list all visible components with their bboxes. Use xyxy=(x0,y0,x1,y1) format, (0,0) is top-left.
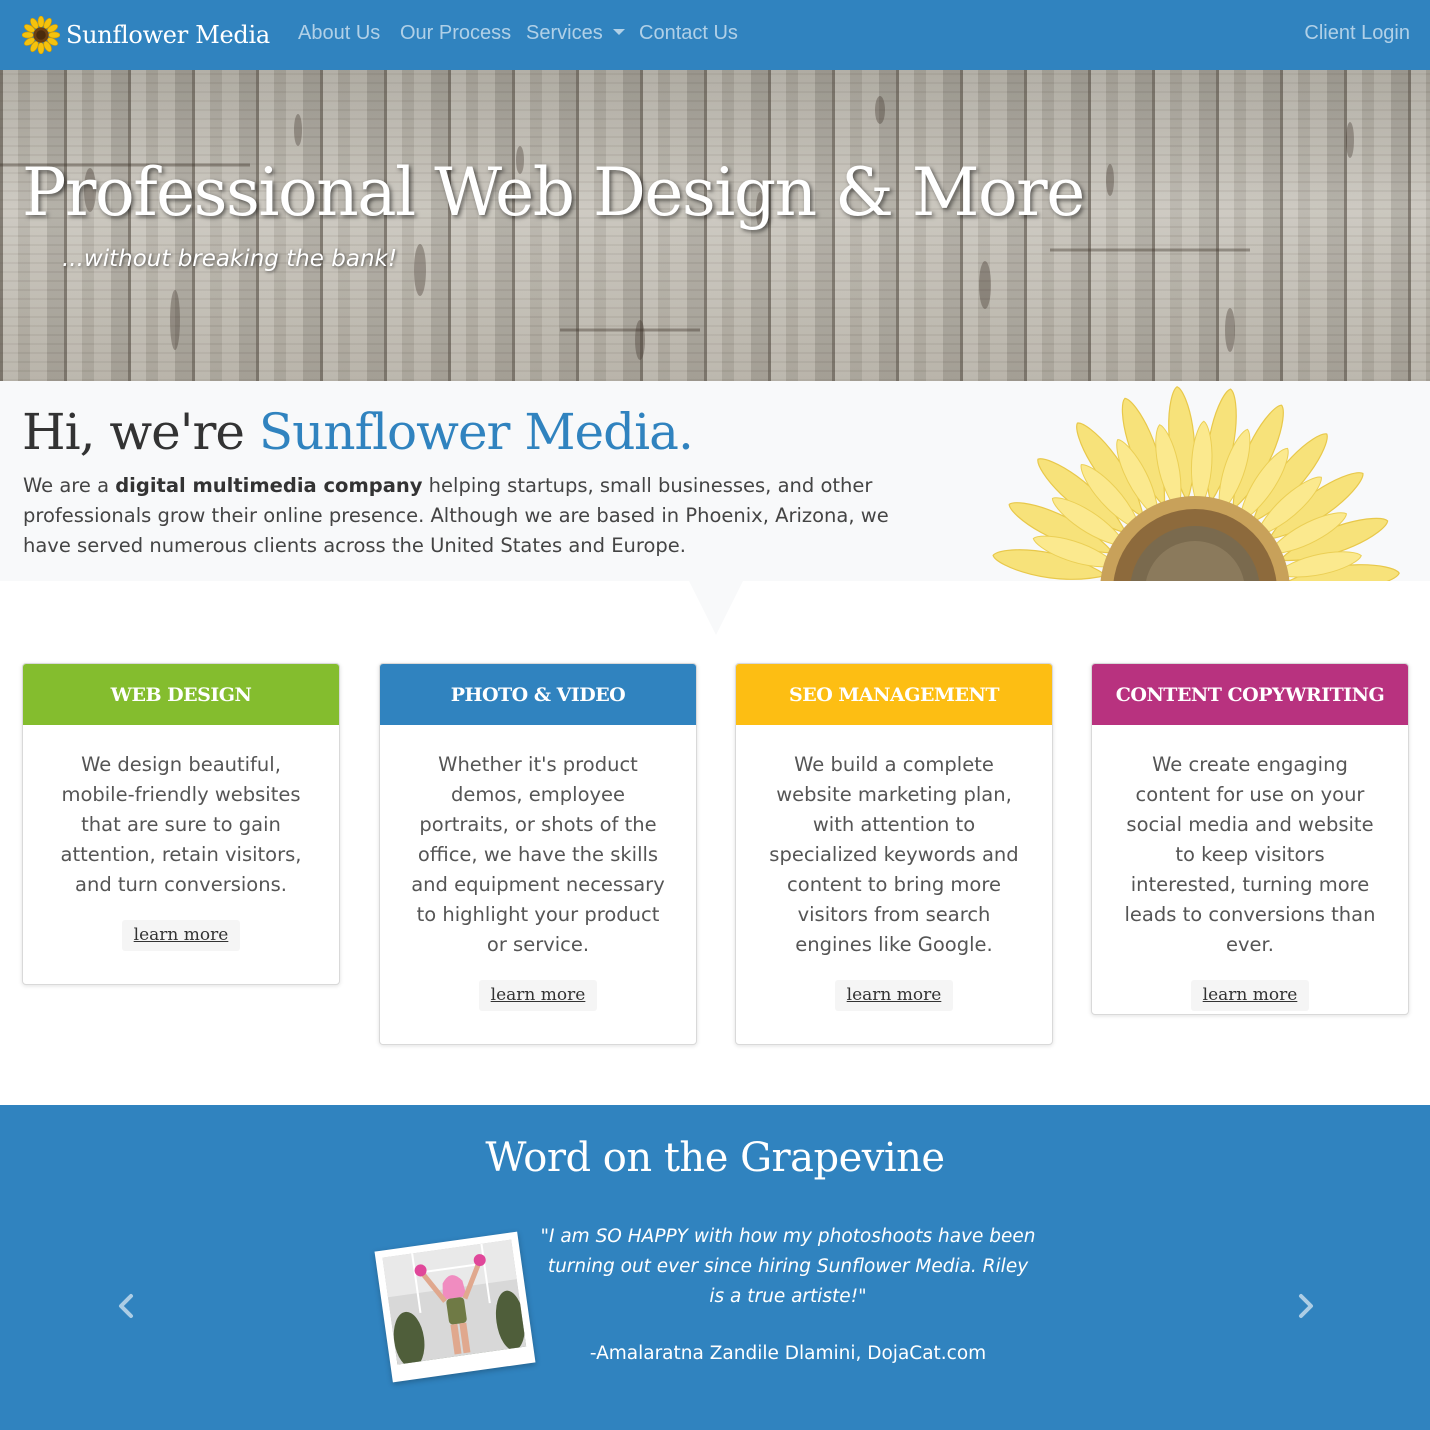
navbar: Sunflower Media About Us Our Process Ser… xyxy=(0,0,1430,70)
caret-down-icon xyxy=(612,29,625,35)
testimonial-heading: Word on the Grapevine xyxy=(485,1135,945,1181)
client-photo xyxy=(382,1239,527,1368)
card-body: We create engaging content for use on yo… xyxy=(1092,725,1408,1014)
card-body: We design beautiful, mobile-friendly web… xyxy=(23,725,339,976)
service-card-web-design: WEB DESIGN We design beautiful, mobile-f… xyxy=(22,663,340,985)
chevron-left-icon[interactable] xyxy=(112,1291,142,1321)
brand-link[interactable]: Sunflower Media xyxy=(22,14,270,56)
sunflower-logo-icon xyxy=(22,16,60,54)
learn-more-button[interactable]: learn more xyxy=(478,980,598,1011)
card-text: We design beautiful, mobile-friendly web… xyxy=(60,753,302,896)
card-title: SEO MANAGEMENT xyxy=(736,664,1052,725)
card-text: We build a complete website marketing pl… xyxy=(769,753,1019,956)
intro-text: We are a digital multimedia company help… xyxy=(23,471,923,561)
intro-section: Hi, we're Sunflower Media. We are a digi… xyxy=(0,381,1430,581)
hero-banner: Professional Web Design & More ...withou… xyxy=(0,70,1430,381)
intro-text-bold: digital multimedia company xyxy=(115,474,423,497)
card-title: PHOTO & VIDEO xyxy=(380,664,696,725)
service-card-photo-video: PHOTO & VIDEO Whether it's product demos… xyxy=(379,663,697,1045)
client-login-link[interactable]: Client Login xyxy=(1304,22,1410,45)
nav-our-process[interactable]: Our Process xyxy=(400,22,511,45)
brand-name: Sunflower Media xyxy=(66,21,270,49)
intro-heading-accent: Sunflower Media. xyxy=(258,403,694,461)
learn-more-button[interactable]: learn more xyxy=(1190,980,1310,1011)
intro-text-before: We are a xyxy=(23,474,116,497)
nav-contact-us[interactable]: Contact Us xyxy=(639,22,738,45)
service-card-seo-management: SEO MANAGEMENT We build a complete websi… xyxy=(735,663,1053,1045)
chevron-right-icon[interactable] xyxy=(1290,1291,1320,1321)
testimonial-author: -Amalaratna Zandile Dlamini, DojaCat.com xyxy=(589,1343,987,1364)
card-text: We create engaging content for use on yo… xyxy=(1124,753,1376,956)
hero-subtitle: ...without breaking the bank! xyxy=(62,246,398,272)
nav-about-us[interactable]: About Us xyxy=(298,22,380,45)
intro-pointer xyxy=(689,581,743,635)
service-card-content-copywriting: CONTENT COPYWRITING We create engaging c… xyxy=(1091,663,1409,1015)
sunflower-illustration xyxy=(992,386,1400,581)
card-title: WEB DESIGN xyxy=(23,664,339,725)
card-text: Whether it's product demos, employee por… xyxy=(411,753,665,956)
nav-services-label: Services xyxy=(526,22,603,44)
intro-heading: Hi, we're Sunflower Media. xyxy=(22,403,694,461)
client-photo-polaroid xyxy=(374,1231,536,1383)
card-body: We build a complete website marketing pl… xyxy=(736,725,1052,1036)
nav-services-dropdown[interactable]: Services xyxy=(526,22,625,45)
intro-heading-prefix: Hi, we're xyxy=(22,403,259,461)
card-body: Whether it's product demos, employee por… xyxy=(380,725,696,1036)
card-title: CONTENT COPYWRITING xyxy=(1092,664,1408,725)
hero-title: Professional Web Design & More xyxy=(22,154,1085,231)
testimonial-section: Word on the Grapevine "I am SO HAPPY wit… xyxy=(0,1105,1430,1430)
learn-more-button[interactable]: learn more xyxy=(121,920,241,951)
learn-more-button[interactable]: learn more xyxy=(834,980,954,1011)
testimonial-quote: "I am SO HAPPY with how my photoshoots h… xyxy=(540,1226,1036,1307)
